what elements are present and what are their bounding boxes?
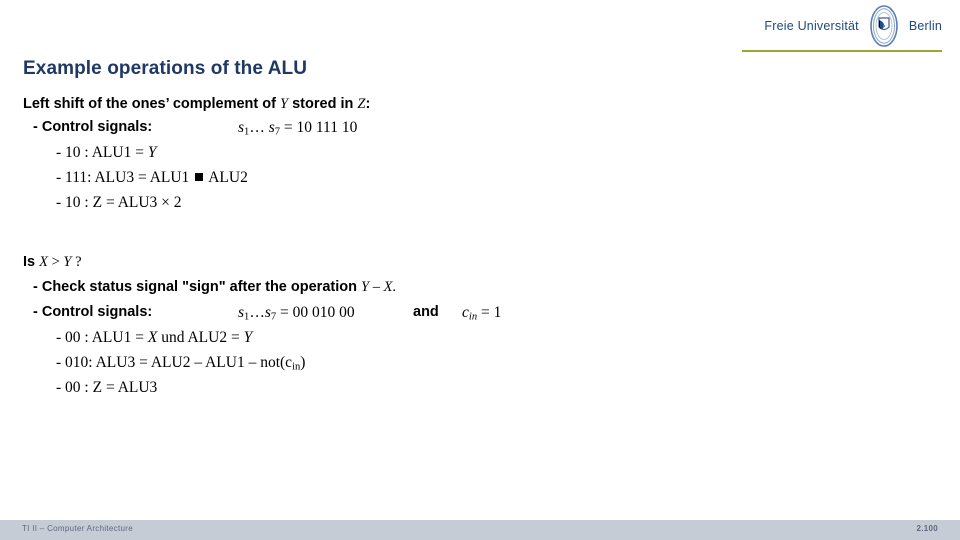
logo-text-right: Berlin bbox=[908, 19, 942, 33]
block2-row-2: - 010: ALU3 = ALU2 – ALU1 – not(cin) bbox=[56, 354, 305, 372]
block2-cin-equation: = 1 bbox=[477, 304, 502, 321]
block2-row-2-tail: ) bbox=[300, 354, 306, 371]
black-square-icon bbox=[195, 173, 204, 181]
block2-heading: Is X > Y ? bbox=[23, 254, 82, 271]
block1-row-1: - 10 : ALU1 = Y bbox=[56, 144, 156, 162]
block2-heading-pre: Is bbox=[23, 254, 40, 270]
block1-control-label: - Control signals: bbox=[33, 119, 153, 135]
block1-row-3-code: - 10 : Z bbox=[56, 194, 103, 211]
block1-row-2: - 111: ALU3 = ALU1 ALU2 bbox=[56, 169, 248, 187]
block2-row-2-code: - 010: ALU3 = ALU2 – ALU1 – not(c bbox=[56, 354, 293, 371]
block1-row-2-tail: ALU2 bbox=[205, 169, 248, 186]
block2-heading-var-y: Y bbox=[63, 254, 72, 270]
footer-page-number: 2.100 bbox=[916, 524, 938, 533]
block2-check-minus: – bbox=[369, 279, 384, 295]
block2-check-var-y: Y bbox=[360, 279, 370, 295]
block2-row-3-tail: = ALU3 bbox=[102, 379, 158, 396]
block2-check-line: - Check status signal "sign" after the o… bbox=[33, 279, 396, 296]
logo-underline bbox=[742, 50, 942, 52]
block2-cin-symbol: c bbox=[462, 304, 469, 321]
block2-row-1-var-x: X bbox=[147, 329, 158, 346]
fu-berlin-seal-icon bbox=[862, 4, 906, 48]
block2-and-word: and bbox=[413, 304, 439, 320]
block1-heading-post: : bbox=[365, 96, 371, 112]
block2-row-1-code: - 00 : ALU1 = bbox=[56, 329, 148, 346]
block1-control-value: s1… s7 = 10 111 10 bbox=[238, 119, 357, 137]
block1-heading-var-y: Y bbox=[280, 96, 289, 112]
block2-row-1: - 00 : ALU1 = X und ALU2 = Y bbox=[56, 329, 252, 347]
block1-row-3-tail: = ALU3 × 2 bbox=[102, 194, 182, 211]
logo-text-left: Freie Universität bbox=[764, 19, 859, 33]
university-logo: Freie Universität Berlin bbox=[742, 5, 942, 54]
block2-row-3-code: - 00 : Z bbox=[56, 379, 103, 396]
block2-heading-post: ? bbox=[71, 254, 82, 270]
block1-heading: Left shift of the ones’ complement of Y … bbox=[23, 96, 370, 113]
block1-heading-pre: Left shift of the ones’ complement of bbox=[23, 96, 280, 112]
block1-row-2-code: - 111: ALU3 = ALU1 bbox=[56, 169, 194, 186]
block2-heading-gt: > bbox=[47, 254, 64, 270]
block2-row-1-var-y: Y bbox=[243, 329, 253, 346]
block1-heading-mid: stored in bbox=[288, 96, 358, 112]
block2-cin-sub: in bbox=[468, 311, 478, 323]
block2-heading-var-x: X bbox=[39, 254, 48, 270]
block2-control-equation: = 00 010 00 bbox=[276, 304, 355, 321]
block2-control-label: - Control signals: bbox=[33, 304, 153, 320]
block1-row-1-code: - 10 : ALU1 = bbox=[56, 144, 148, 161]
block2-check-pre: - Check status signal "sign" after the o… bbox=[33, 279, 361, 295]
block2-check-post: . bbox=[392, 279, 397, 295]
footer-bar: TI II – Computer Architecture 2.100 bbox=[0, 520, 960, 540]
block1-dots: … bbox=[249, 119, 269, 136]
block2-dots: … bbox=[249, 304, 265, 321]
block1-row-1-var: Y bbox=[147, 144, 157, 161]
block2-row-3: - 00 : Z = ALU3 bbox=[56, 379, 157, 397]
block2-control-value: s1…s7 = 00 010 00 bbox=[238, 304, 355, 322]
block2-cin-value: cin = 1 bbox=[462, 304, 501, 322]
block1-control-equation: = 10 111 10 bbox=[280, 119, 358, 136]
footer-course-label: TI II – Computer Architecture bbox=[22, 524, 133, 533]
logo-row: Freie Universität Berlin bbox=[742, 5, 942, 47]
page-title: Example operations of the ALU bbox=[23, 58, 308, 79]
block2-row-1-mid: und ALU2 = bbox=[157, 329, 244, 346]
block1-row-3: - 10 : Z = ALU3 × 2 bbox=[56, 194, 182, 212]
